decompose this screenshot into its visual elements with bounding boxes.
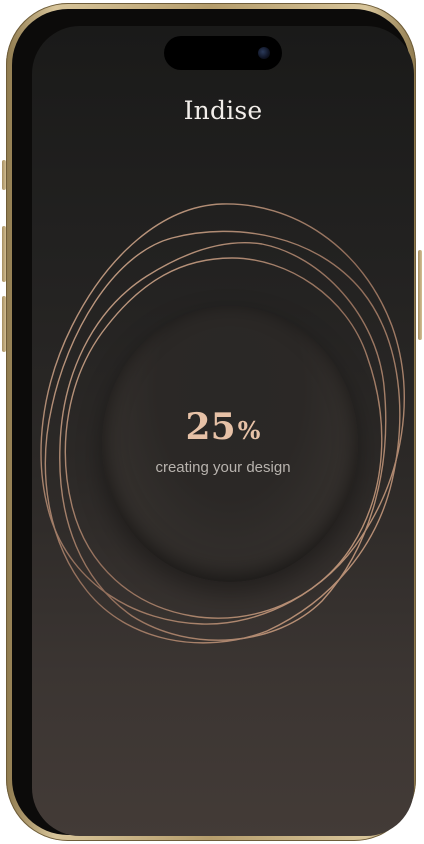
- action-button: [2, 160, 6, 190]
- progress-readout: 25%: [32, 406, 414, 448]
- status-text: creating your design: [155, 459, 291, 476]
- progress-unit: %: [237, 416, 261, 445]
- power-button: [418, 250, 422, 340]
- phone-bezel: Indise 25% creating your design: [12, 9, 414, 836]
- volume-up-button: [2, 226, 6, 282]
- screen: Indise 25% creating your design: [32, 26, 414, 836]
- volume-down-button: [2, 296, 6, 352]
- progress-value: 25: [185, 406, 236, 448]
